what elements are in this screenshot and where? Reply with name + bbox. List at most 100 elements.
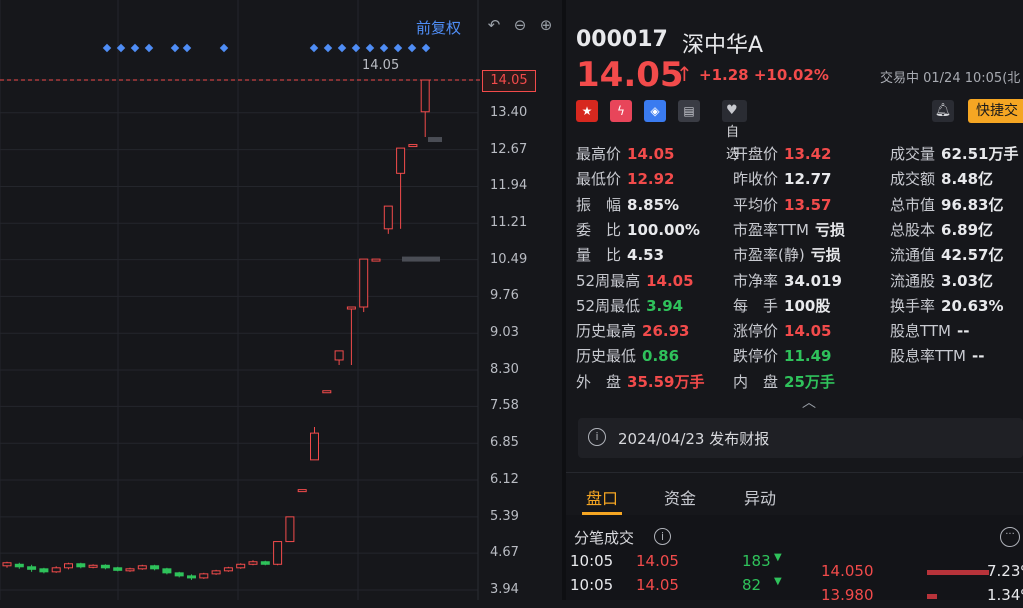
section-divider <box>566 472 1023 473</box>
tab-anomaly[interactable]: 异动 <box>744 485 776 509</box>
stat-cell: 历史最低 0.86 <box>576 345 679 366</box>
stat-cell: 52周最高 14.05 <box>576 270 694 291</box>
price-axis-label: 4.67 <box>490 545 519 561</box>
candle-body <box>420 79 430 113</box>
stat-value: 14.05 <box>627 145 675 163</box>
kline-chart[interactable]: 前复权 ↶ ⊖ ⊕ 13.40 12.67 11.94 11.21 10.49 9.76 9… <box>0 0 562 600</box>
stat-value: 20.63% <box>941 296 1004 315</box>
stat-row: 52周最高 14.05 市净率 34.019 流通股 3.03亿 <box>576 270 1023 292</box>
zoom-in-icon[interactable]: ⊕ <box>538 17 554 33</box>
stat-row: 委 比 100.00% 市盈率TTM 亏损 总股本 6.89亿 <box>576 219 1023 241</box>
tick-price: 14.05 <box>636 552 679 570</box>
bell-icon[interactable]: 🔔︎ <box>932 100 954 122</box>
stat-label: 历史最高 <box>576 322 637 341</box>
stat-label: 换手率 <box>890 296 936 315</box>
document-icon[interactable]: ▤ <box>678 100 700 122</box>
candle-body <box>322 390 332 394</box>
stat-value: 14.05 <box>784 322 832 341</box>
event-marker <box>393 43 403 53</box>
zoom-out-icon[interactable]: ⊖ <box>512 17 528 33</box>
candle-body <box>27 566 37 570</box>
undo-icon[interactable]: ↶ <box>486 17 502 33</box>
stat-value: 25万手 <box>784 372 835 391</box>
price-axis-label: 6.85 <box>490 435 519 451</box>
stat-cell: 流通值 42.57亿 <box>890 244 1003 265</box>
stat-value: 62.51万手 <box>941 145 1019 163</box>
info-icon: i <box>588 428 606 446</box>
stat-label: 每 手 <box>733 296 779 315</box>
depth-price: 13.980 <box>821 586 874 604</box>
event-marker <box>144 43 154 53</box>
stat-cell: 最低价 12.92 <box>576 168 674 189</box>
stat-cell: 开盘价 13.42 <box>733 143 831 164</box>
candle-body <box>346 306 356 310</box>
candle-body <box>100 564 110 569</box>
stat-cell: 历史最高 26.93 <box>576 320 689 341</box>
stat-cell: 最高价 14.05 <box>576 143 674 164</box>
candle-body <box>113 567 123 571</box>
candle-body <box>199 573 209 579</box>
stat-label: 昨收价 <box>733 170 779 189</box>
event-marker <box>365 43 375 53</box>
adjust-mode-button[interactable]: 前复权 <box>416 17 461 38</box>
candle-body <box>211 570 221 575</box>
info-icon[interactable]: i <box>654 528 671 545</box>
candle-body <box>88 564 98 568</box>
depth-percent: 1.34% <box>987 586 1023 604</box>
stat-value: 8.48亿 <box>941 170 994 189</box>
candle-body <box>260 561 270 565</box>
change-percent: +10.02% <box>753 66 829 84</box>
candle-body <box>174 572 184 577</box>
earnings-notice[interactable]: i 2024/04/23 发布财报 <box>578 418 1023 458</box>
stat-cell: 52周最低 3.94 <box>576 295 683 316</box>
candle-body <box>310 432 319 461</box>
stat-cell: 成交额 8.48亿 <box>890 168 993 189</box>
stat-value: -- <box>957 322 970 341</box>
event-marker <box>182 43 192 53</box>
tick-time: 10:05 <box>570 552 614 570</box>
stat-cell: 内 盘 25万手 <box>733 371 835 392</box>
event-marker <box>170 43 180 53</box>
quick-trade-button[interactable]: 快捷交 <box>968 99 1023 123</box>
stat-cell: 流通股 3.03亿 <box>890 270 993 291</box>
stat-cell: 成交量 62.51万手 <box>890 143 1018 164</box>
stat-value: 11.49 <box>784 347 832 366</box>
tab-order-book[interactable]: 盘口 <box>586 485 618 509</box>
stat-cell: 总股本 6.89亿 <box>890 219 993 240</box>
event-marker <box>421 43 431 53</box>
stat-label: 流通值 <box>890 246 936 265</box>
stat-value: 0.86 <box>642 347 680 366</box>
event-marker <box>379 43 389 53</box>
stat-label: 市盈率(静) <box>733 246 805 265</box>
add-watchlist-button[interactable]: ♥ 自选 <box>722 100 748 162</box>
depth-row: 14.050 7.23% <box>821 562 1023 584</box>
stat-value: 亏损 <box>810 246 841 265</box>
more-icon[interactable]: ··· <box>1000 527 1020 547</box>
candle-body <box>14 563 24 568</box>
stat-cell: 换手率 20.63% <box>890 295 1004 316</box>
current-price-marker: 14.05 <box>482 70 536 92</box>
stat-label: 跌停价 <box>733 347 779 366</box>
stock-code: 000017 <box>576 27 668 52</box>
stat-label: 股息率TTM <box>890 347 967 366</box>
depth-bar <box>927 594 937 599</box>
stat-cell: 涨停价 14.05 <box>733 320 831 341</box>
price-axis-label: 10.49 <box>490 251 528 267</box>
candle-body <box>51 567 61 573</box>
stat-cell: 市净率 34.019 <box>733 270 842 291</box>
stat-row: 最低价 12.92 昨收价 12.77 成交额 8.48亿 <box>576 168 1023 190</box>
last-price: 14.05 <box>576 55 684 95</box>
candle-body <box>371 258 381 262</box>
stat-label: 量 比 <box>576 246 622 265</box>
margin-trading-icon[interactable]: ϟ <box>610 100 632 122</box>
tick-volume: 82 <box>742 576 762 594</box>
stat-label: 成交额 <box>890 170 936 189</box>
stat-label: 52周最高 <box>576 271 641 290</box>
collapse-caret-icon[interactable]: ︿ <box>802 392 816 412</box>
candle-body <box>125 568 135 572</box>
stat-row: 振 幅 8.85% 平均价 13.57 总市值 96.83亿 <box>576 194 1023 216</box>
tab-capital-flow[interactable]: 资金 <box>664 485 696 509</box>
stat-label: 涨停价 <box>733 322 779 341</box>
kline-svg[interactable] <box>0 0 562 600</box>
tag-icon[interactable]: ◈ <box>644 100 666 122</box>
